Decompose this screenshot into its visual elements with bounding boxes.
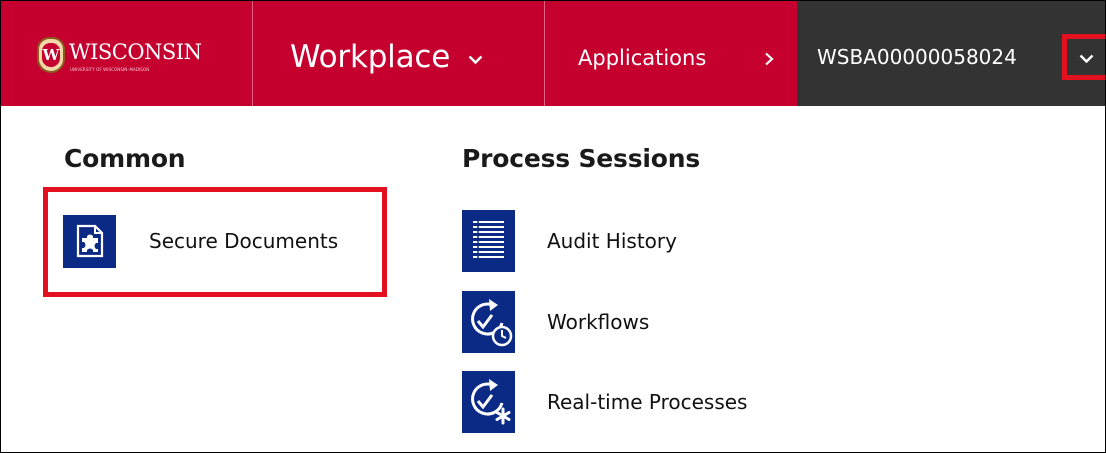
menu-item-real-time-processes[interactable]: Real-time Processes — [462, 371, 747, 433]
menu-item-audit-history[interactable]: Audit History — [462, 210, 677, 272]
current-record: WSBA00000058024 — [797, 1, 1105, 106]
wisconsin-logo[interactable]: W WISCONSIN UNIVERSITY OF WISCONSIN–MADI… — [37, 37, 217, 79]
menu-item-label: Workflows — [547, 310, 650, 334]
puzzle-document-icon — [63, 214, 116, 268]
menu-item-label: Audit History — [547, 229, 677, 253]
menu-item-secure-documents[interactable]: Secure Documents — [63, 210, 338, 272]
menu-item-label: Real-time Processes — [547, 390, 748, 414]
record-dropdown-button[interactable] — [1062, 34, 1105, 80]
nav-divider — [544, 1, 545, 106]
record-id: WSBA00000058024 — [817, 45, 1017, 69]
top-navigation-bar: W WISCONSIN UNIVERSITY OF WISCONSIN–MADI… — [1, 1, 1105, 106]
crest-icon: W — [37, 37, 65, 73]
list-lines-icon — [462, 210, 515, 272]
crest-letter: W — [42, 43, 60, 67]
applications-label: Applications — [578, 46, 707, 70]
nav-divider — [252, 1, 253, 106]
workplace-label: Workplace — [290, 39, 451, 75]
process-sessions-heading: Process Sessions — [462, 144, 701, 173]
menu-item-workflows[interactable]: Workflows — [462, 291, 649, 353]
chevron-down-icon — [1079, 54, 1094, 64]
chevron-down-icon — [468, 55, 483, 65]
app-window: W WISCONSIN UNIVERSITY OF WISCONSIN–MADI… — [0, 0, 1106, 453]
workplace-dropdown[interactable]: Workplace — [290, 37, 483, 77]
menu-item-label: Secure Documents — [149, 229, 339, 253]
chevron-right-icon — [765, 52, 774, 66]
applications-breadcrumb[interactable]: Applications — [578, 43, 706, 73]
logo-subtitle: UNIVERSITY OF WISCONSIN–MADISON — [70, 67, 150, 72]
workflow-clock-icon — [462, 291, 515, 353]
logo-name: WISCONSIN — [69, 40, 202, 64]
realtime-asterisk-icon — [462, 371, 515, 433]
common-heading: Common — [64, 144, 186, 173]
